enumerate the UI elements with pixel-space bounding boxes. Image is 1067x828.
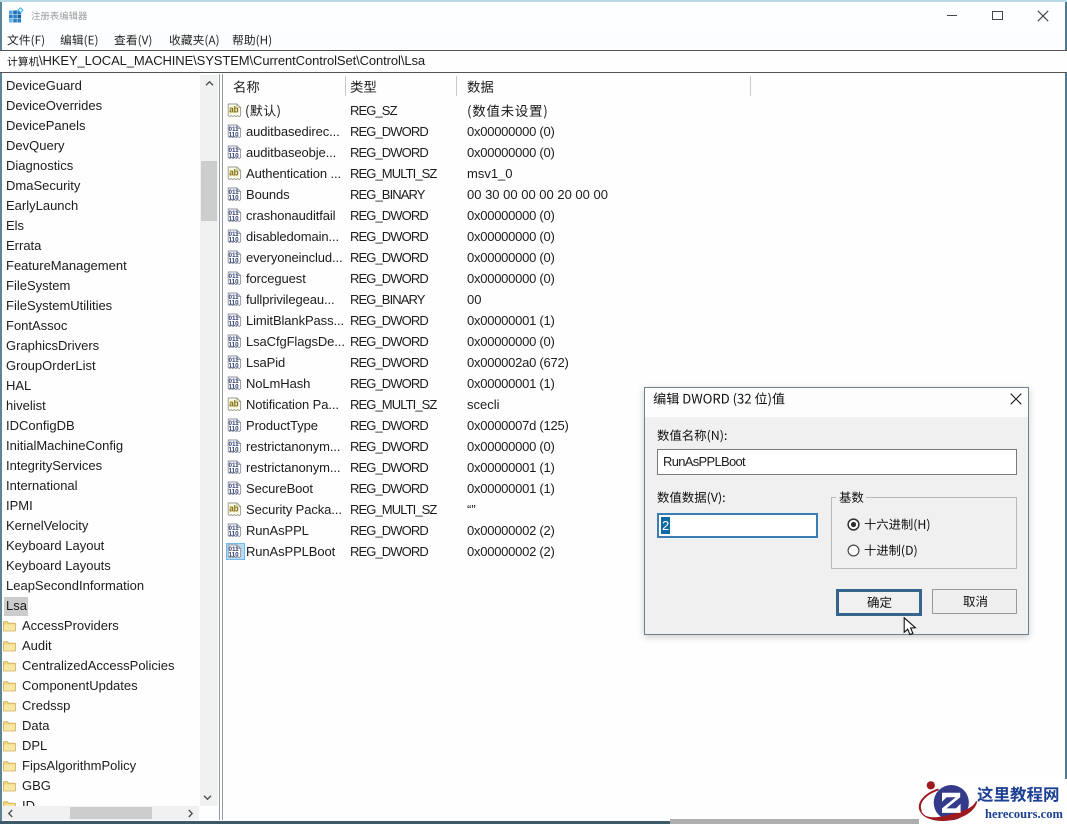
svg-text:ab: ab xyxy=(229,168,239,178)
svg-text:110: 110 xyxy=(229,363,239,370)
svg-text:110: 110 xyxy=(229,468,239,475)
svg-text:110: 110 xyxy=(229,216,239,223)
svg-text:ab: ab xyxy=(229,399,239,409)
svg-text:110: 110 xyxy=(229,342,239,349)
svg-text:110: 110 xyxy=(229,300,239,307)
svg-text:110: 110 xyxy=(229,447,239,454)
svg-text:110: 110 xyxy=(229,384,239,391)
svg-text:110: 110 xyxy=(229,237,239,244)
svg-text:ab: ab xyxy=(229,105,239,115)
svg-text:110: 110 xyxy=(229,195,239,202)
svg-text:110: 110 xyxy=(229,153,239,160)
svg-text:110: 110 xyxy=(229,279,239,286)
svg-text:ab: ab xyxy=(229,504,239,514)
svg-text:110: 110 xyxy=(229,531,239,538)
svg-text:110: 110 xyxy=(229,426,239,433)
svg-text:110: 110 xyxy=(229,552,239,559)
svg-text:110: 110 xyxy=(229,321,239,328)
svg-text:110: 110 xyxy=(229,132,239,139)
svg-text:110: 110 xyxy=(229,489,239,496)
svg-text:110: 110 xyxy=(229,258,239,265)
